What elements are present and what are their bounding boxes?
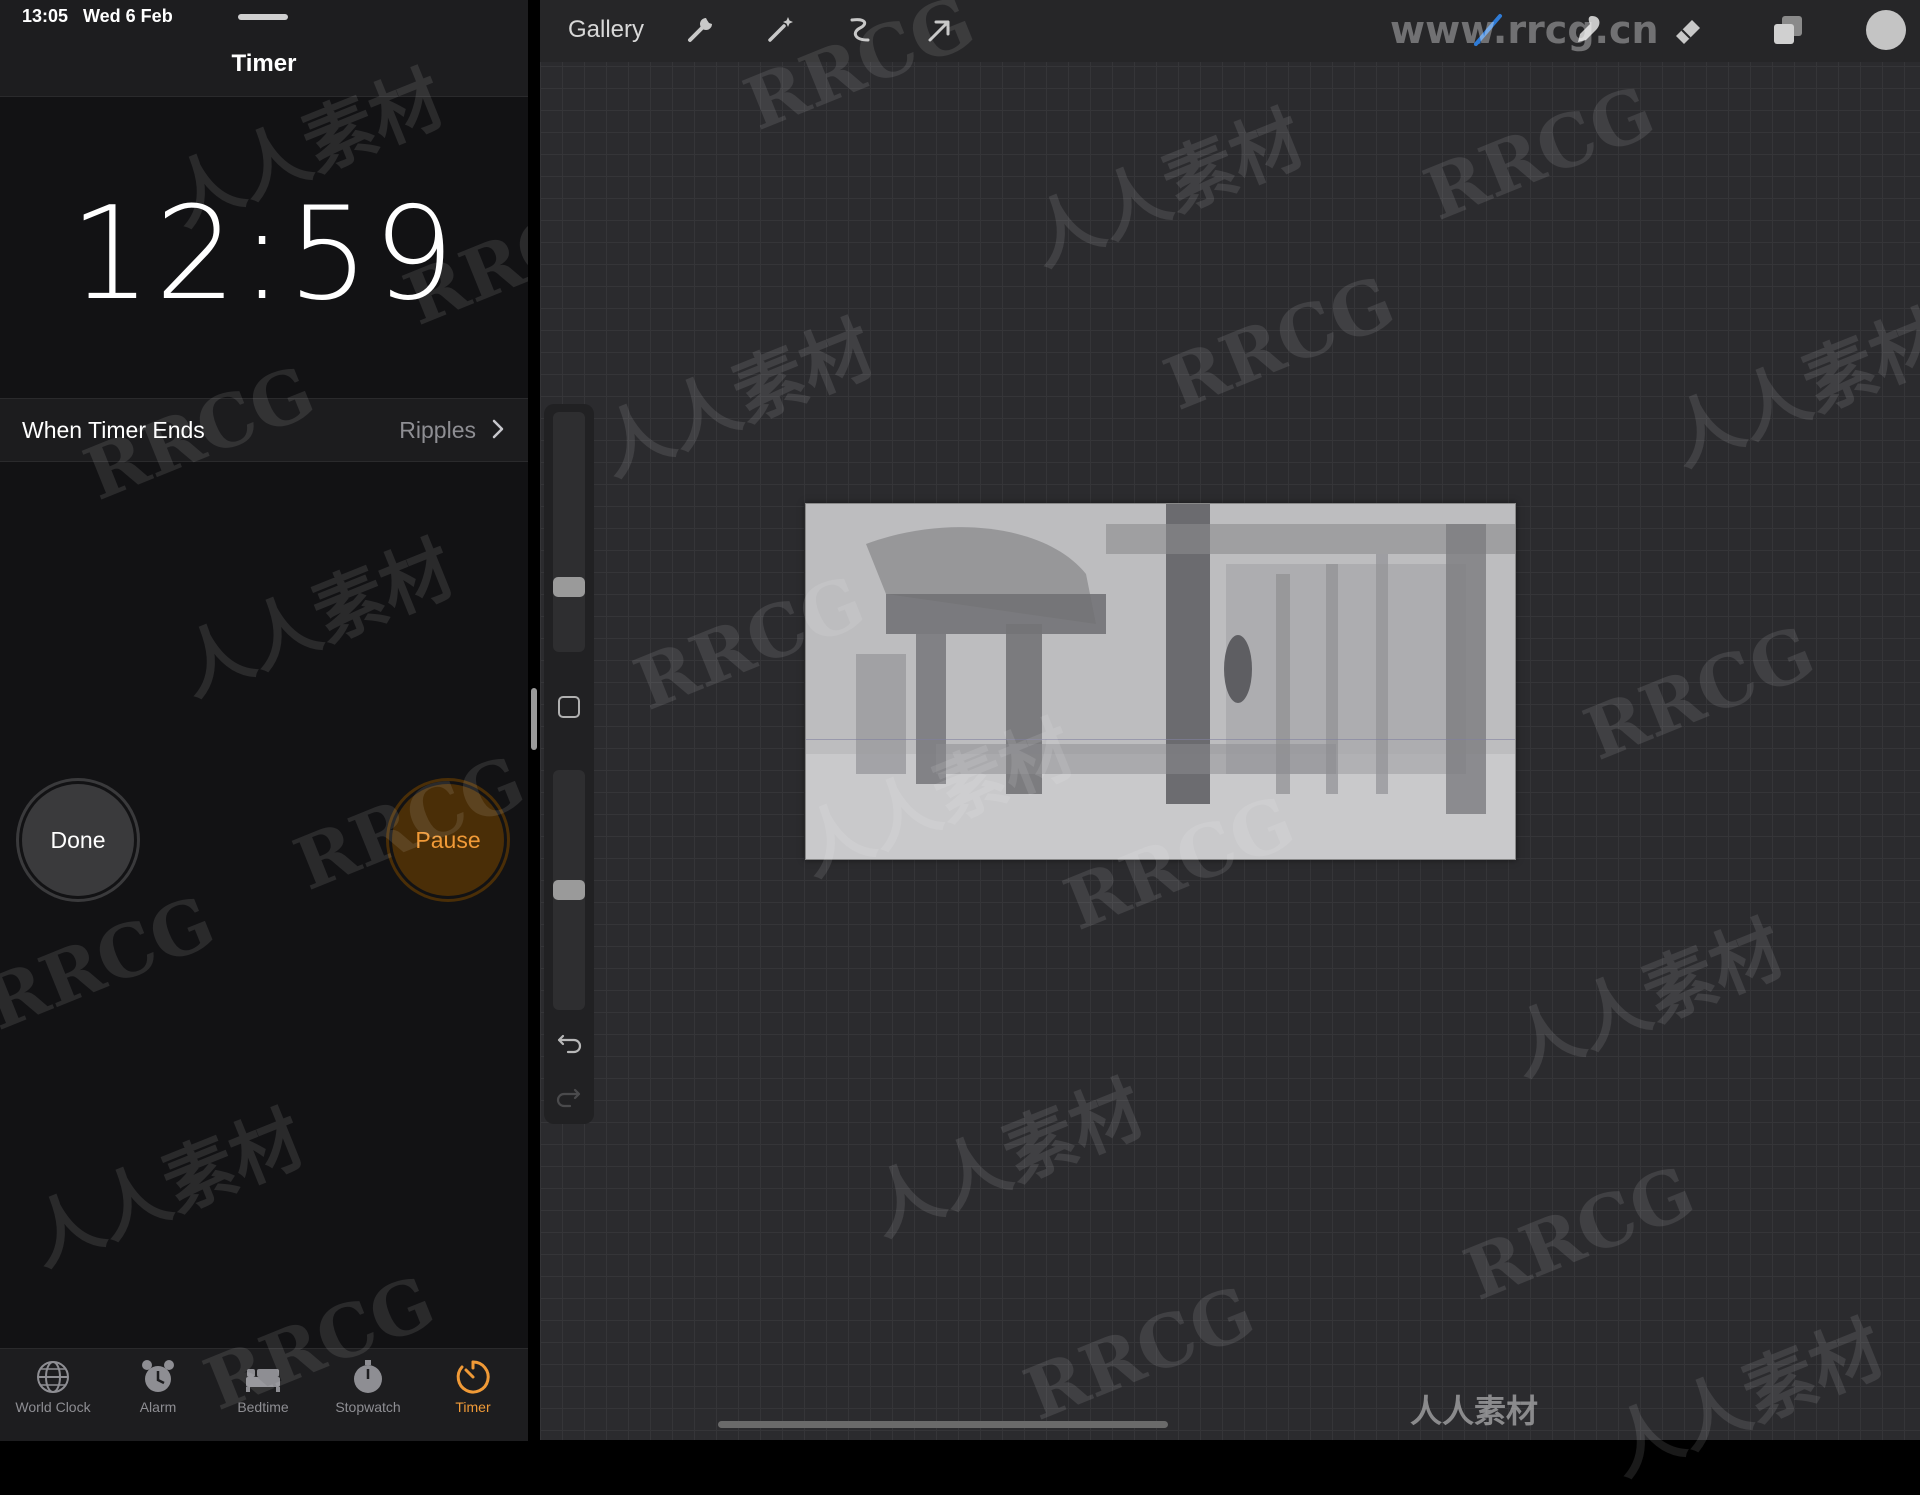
watermark: RRCG [1412,68,1666,237]
stopwatch-icon [354,1360,382,1393]
tab-label: Stopwatch [335,1399,401,1415]
watermark: RRCG [1572,608,1826,777]
watermark: RRCG [1152,258,1406,427]
watermark: RRCG [0,878,226,1047]
when-timer-ends-value: Ripples [399,417,476,443]
brush-size-knob[interactable] [553,577,585,597]
tab-stopwatch[interactable]: Stopwatch [318,1357,418,1415]
status-bar: 13:05 Wed 6 Feb [0,0,528,34]
page-title: Timer [231,50,297,77]
tab-bedtime[interactable]: Bedtime [213,1357,313,1415]
alarm-clock-icon [142,1360,174,1392]
watermark: RRCG [1012,1268,1266,1437]
when-timer-ends-label: When Timer Ends [22,417,205,443]
opacity-slider[interactable] [553,770,585,1010]
navigation-bar: Timer [0,34,528,97]
canvas-artwork[interactable] [805,503,1516,860]
globe-icon [37,1361,69,1393]
watermark: 人人素材 [1656,294,1920,482]
watermark: 人人素材 [586,304,886,492]
timer-countdown: 12:59 [69,180,459,329]
watermark-url: www.rrcg.cn [1390,8,1659,52]
tab-label: Alarm [139,1399,177,1415]
redo-icon[interactable] [554,1080,584,1110]
tab-timer[interactable]: Timer [423,1357,523,1415]
modify-button[interactable] [558,696,580,718]
transform-arrow-icon[interactable] [922,12,958,48]
bed-icon [246,1369,280,1392]
tab-world-clock[interactable]: World Clock [3,1357,103,1415]
watermark: 人人素材 [856,1064,1156,1252]
selection-icon[interactable] [842,12,878,48]
clock-app: 13:05 Wed 6 Feb Timer 12:59 When Timer E… [0,0,646,1441]
multitasking-handle[interactable] [238,14,288,20]
tab-label: Timer [455,1399,491,1415]
color-swatch-icon[interactable] [1864,8,1908,52]
brush-size-slider[interactable] [553,412,585,652]
split-view-handle[interactable] [531,688,537,750]
done-button[interactable]: Done [22,784,134,896]
watermark: 人人素材 [166,524,466,712]
when-timer-ends-row[interactable]: When Timer Ends Ripples [0,398,528,462]
opacity-knob[interactable] [553,880,585,900]
chevron-right-icon [492,419,504,439]
tab-alarm[interactable]: Alarm [108,1357,208,1415]
wrench-icon[interactable] [682,12,718,48]
watermark: 人人素材 [1496,904,1796,1092]
watermark: 人人素材 [1596,1304,1896,1492]
pause-button[interactable]: Pause [392,784,504,896]
layers-icon[interactable] [1770,12,1806,48]
procreate-app: Gallery www.rrcg.cn 人人素材 RRCG 人人素材 RRCG … [540,0,1920,1491]
eraser-icon[interactable] [1670,12,1706,48]
watermark: 人人素材 [16,1094,316,1282]
top-toolbar: Gallery [540,0,1920,62]
undo-icon[interactable] [554,1026,584,1056]
tab-bar: World Clock Alarm Bedtime Stopwatch Time… [0,1348,528,1441]
watermark: 人人素材 [1016,94,1316,282]
home-indicator[interactable] [718,1421,1168,1428]
status-time: 13:05 [22,6,69,26]
tab-label: Bedtime [237,1399,289,1415]
timer-icon [456,1360,490,1394]
gallery-button[interactable]: Gallery [568,16,644,44]
artwork-sketch [806,504,1515,859]
tab-label: World Clock [15,1399,91,1415]
magic-wand-icon[interactable] [762,12,798,48]
side-toolbar [544,404,594,1124]
watermark-logo-text: 人人素材 [1410,1393,1539,1429]
watermark: RRCG [1452,1148,1706,1317]
status-date: Wed 6 Feb [83,6,173,26]
